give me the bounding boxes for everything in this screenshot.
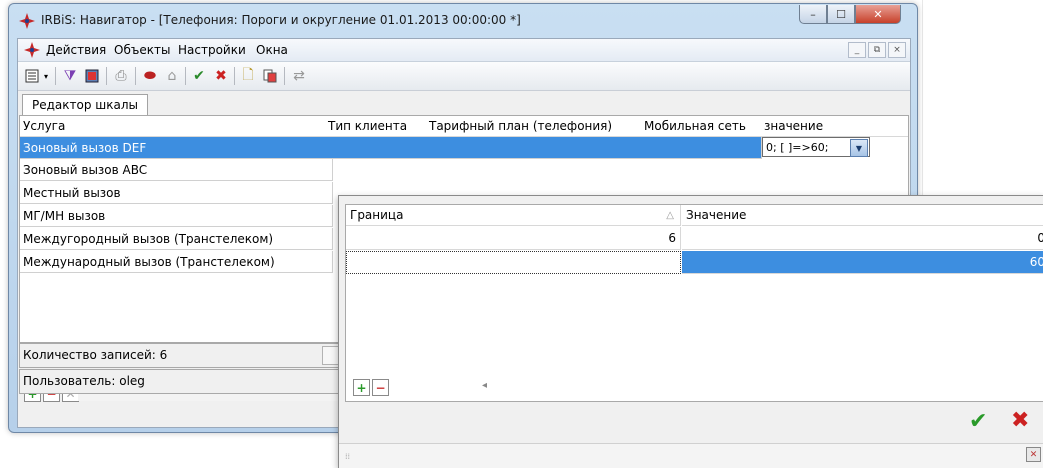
column-header-tariff-plan[interactable]: Тарифный план (телефония): [429, 119, 612, 133]
table-row[interactable]: Междугородный вызов (Транстелеком): [20, 228, 333, 250]
toolbar-separator: [106, 67, 107, 85]
popup-status-bar: ⁞⁞ ✕: [339, 443, 1043, 468]
column-header-value[interactable]: Значение: [682, 205, 1043, 226]
eraser-icon[interactable]: ⬬: [140, 66, 160, 86]
copy-icon[interactable]: [260, 66, 280, 86]
column-header-service[interactable]: Услуга: [23, 119, 65, 133]
toolbar-separator: [55, 67, 56, 85]
caption-buttons: – ☐ ✕: [799, 5, 901, 24]
column-header-border[interactable]: Граница △: [346, 205, 681, 226]
table-row[interactable]: МГ/МН вызов: [20, 205, 333, 227]
apply-icon[interactable]: ✔: [189, 66, 209, 86]
column-header-mobile-network[interactable]: Мобильная сеть: [644, 119, 746, 133]
filter-icon[interactable]: ⧩: [60, 66, 80, 86]
cell-border[interactable]: 6: [346, 227, 681, 250]
popup-grid-buttons: + −: [353, 379, 389, 396]
current-user: Пользователь: oleg: [23, 374, 145, 388]
minimize-button[interactable]: –: [799, 5, 827, 24]
resize-grip-icon[interactable]: ⁞⁞: [345, 452, 350, 461]
toolbar-separator: [135, 67, 136, 85]
maximize-button[interactable]: ☐: [827, 5, 855, 24]
grid-filter-icon[interactable]: [82, 66, 102, 86]
menu-objects[interactable]: Объекты: [114, 43, 170, 57]
cell-service: Зоновый вызов DEF: [23, 141, 147, 155]
cell-value[interactable]: 0: [682, 227, 1043, 250]
table-row[interactable]: Международный вызов (Транстелеком): [20, 251, 333, 273]
swap-icon[interactable]: ⇄: [289, 66, 309, 86]
value-text: 0; [ ]=>60;: [766, 141, 829, 154]
menu-actions[interactable]: Действия: [46, 43, 106, 57]
tab-scale-editor[interactable]: Редактор шкалы: [22, 94, 149, 116]
table-row[interactable]: Зоновый вызов ABC: [20, 159, 333, 181]
value-dropdown[interactable]: 0; [ ]=>60; ▼: [762, 137, 870, 157]
grid-header: Услуга Тип клиента Тарифный план (телефо…: [20, 116, 908, 137]
cell-border-editing[interactable]: [346, 251, 681, 274]
window-title: IRBiS: Навигатор - [Телефония: Пороги и …: [41, 13, 521, 27]
ok-button[interactable]: ✔: [969, 409, 987, 434]
add-boundary-button[interactable]: +: [353, 379, 370, 396]
title-bar[interactable]: IRBiS: Навигатор - [Телефония: Пороги и …: [9, 4, 917, 38]
toolbar-separator: [284, 67, 285, 85]
cell-service: МГ/МН вызов: [23, 209, 106, 223]
menu-settings[interactable]: Настройки: [178, 43, 246, 57]
scroll-left-icon[interactable]: ◂: [482, 380, 487, 391]
mdi-minimize-button[interactable]: _: [848, 42, 866, 58]
irbis-logo-icon: [19, 13, 35, 29]
scale-editor-popup: Граница △ Значение 6 0 60 + − ◂ ▸ ✔ ✖ ⁞⁞…: [338, 195, 1043, 468]
column-header-value[interactable]: значение: [764, 119, 823, 133]
mdi-buttons: _ ⧉ ×: [848, 42, 906, 58]
sort-ascending-icon: △: [666, 210, 674, 221]
mdi-close-button[interactable]: ×: [888, 42, 906, 58]
cancel-button[interactable]: ✖: [1011, 408, 1029, 433]
cancel-icon[interactable]: ✖: [211, 66, 231, 86]
cell-service: Международный вызов (Транстелеком): [23, 255, 275, 269]
chevron-down-icon[interactable]: ▼: [850, 139, 868, 157]
cell-service: Местный вызов: [23, 186, 121, 200]
toolbar-separator: [234, 67, 235, 85]
export-icon[interactable]: ⎙: [111, 66, 131, 86]
cell-service: Зоновый вызов ABC: [23, 163, 148, 177]
tab-strip: Редактор шкалы: [18, 91, 910, 116]
table-row[interactable]: Зоновый вызов DEF: [20, 137, 762, 159]
irbis-menu-icon[interactable]: [24, 42, 40, 58]
view-list-icon[interactable]: [22, 66, 42, 86]
records-count: Количество записей: 6: [23, 348, 168, 362]
table-row[interactable]: Местный вызов: [20, 182, 333, 204]
building-icon[interactable]: ⌂: [162, 66, 182, 86]
toolbar-separator: [185, 67, 186, 85]
toolbar: ▾ ⧩ ⎙ ⬬ ⌂ ✔ ✖ 🗋 ⇄: [18, 62, 910, 91]
new-document-icon[interactable]: 🗋: [238, 66, 258, 86]
menu-windows[interactable]: Окна: [256, 43, 288, 57]
column-header-border-label: Граница: [350, 208, 404, 222]
column-header-client-type[interactable]: Тип клиента: [328, 119, 407, 133]
popup-close-button[interactable]: ✕: [1026, 447, 1041, 462]
popup-horizontal-scrollbar[interactable]: ◂ ▸: [386, 379, 1043, 395]
cell-value-selected[interactable]: 60: [682, 251, 1043, 274]
dropdown-arrow-icon[interactable]: ▾: [41, 66, 51, 86]
menu-bar: Действия Объекты Настройки Окна _ ⧉ ×: [18, 39, 910, 62]
scale-grid: Граница △ Значение 6 0 60 + − ◂ ▸: [345, 204, 1043, 402]
cell-service: Междугородный вызов (Транстелеком): [23, 232, 274, 246]
mdi-restore-button[interactable]: ⧉: [868, 42, 886, 58]
close-button[interactable]: ✕: [855, 5, 901, 24]
